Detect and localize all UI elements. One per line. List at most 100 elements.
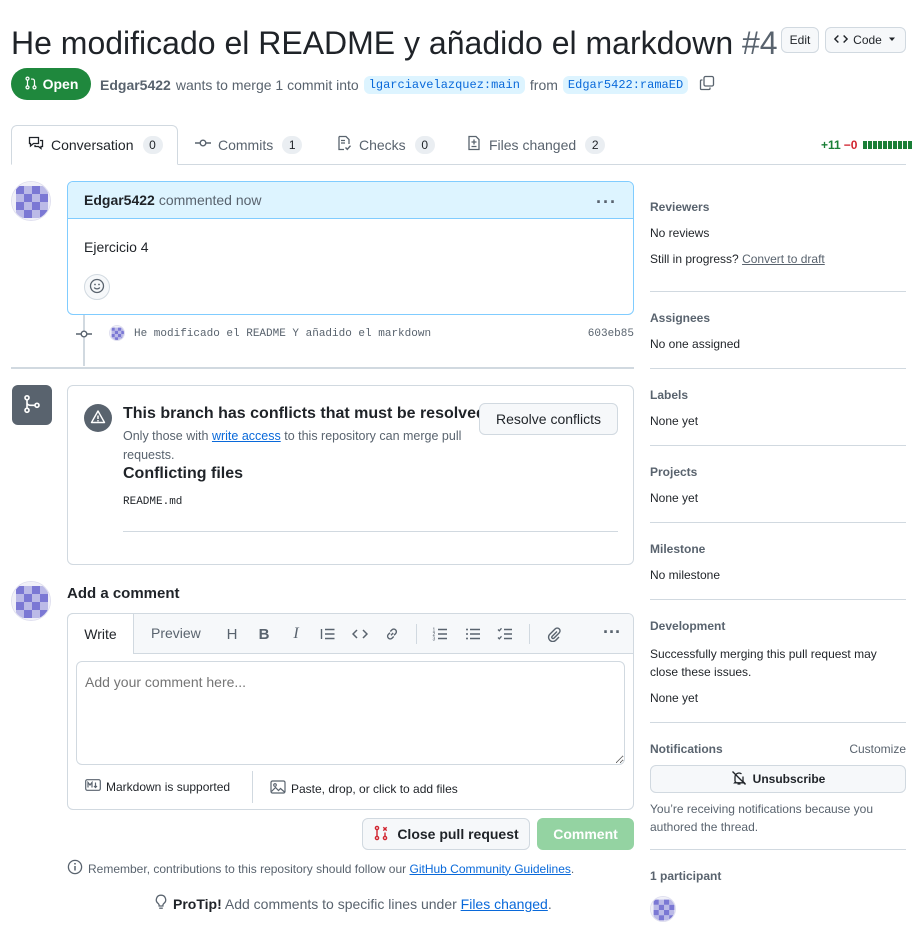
ordered-list-icon[interactable]: 123 xyxy=(431,625,449,643)
comment-box: Edgar5422 commented now Ejercicio 4 xyxy=(67,181,634,315)
commit-message[interactable]: He modificado el README Y añadido el mar… xyxy=(134,328,431,340)
bell-slash-icon xyxy=(731,770,747,789)
notifications-heading: Notifications xyxy=(650,742,723,756)
tab-commits[interactable]: Commits 1 xyxy=(195,124,303,165)
markdown-icon xyxy=(85,779,101,794)
convert-to-draft-link[interactable]: Convert to draft xyxy=(742,252,825,266)
copy-icon[interactable] xyxy=(699,75,715,94)
comment-body: Ejercicio 4 xyxy=(84,239,149,255)
pull-request-icon xyxy=(24,76,38,93)
diffstat-block xyxy=(903,141,908,149)
file-diff-icon xyxy=(466,135,482,154)
pr-number: #4 xyxy=(742,25,778,61)
sidebar-divider xyxy=(650,849,906,850)
task-list-icon[interactable] xyxy=(496,625,514,643)
merge-box: This branch has conflicts that must be r… xyxy=(67,385,634,565)
conflict-title: This branch has conflicts that must be r… xyxy=(123,405,486,422)
tab-checks[interactable]: Checks 0 xyxy=(336,124,435,165)
comment-author[interactable]: Edgar5422 xyxy=(84,192,155,208)
diffstat-block xyxy=(878,141,883,149)
milestone-heading[interactable]: Milestone xyxy=(650,542,705,556)
heading-icon[interactable]: H xyxy=(223,625,241,643)
head-branch[interactable]: Edgar5422:ramaED xyxy=(562,75,689,94)
commit-author-avatar[interactable] xyxy=(109,325,125,341)
state-badge: Open xyxy=(11,68,91,100)
smiley-icon xyxy=(89,278,105,297)
labels-heading[interactable]: Labels xyxy=(650,388,688,402)
alert-icon xyxy=(90,409,106,428)
sidebar-divider xyxy=(650,368,906,369)
assignees-heading[interactable]: Assignees xyxy=(650,311,710,325)
participant-avatar[interactable] xyxy=(650,896,676,922)
close-pull-request-button[interactable]: Close pull request xyxy=(362,818,530,850)
commit-sha[interactable]: 603eb85 xyxy=(588,328,634,340)
comment-meta[interactable]: commented now xyxy=(159,192,262,208)
author-link[interactable]: Edgar5422 xyxy=(100,77,171,93)
author-avatar[interactable] xyxy=(11,181,51,221)
diffstat-additions: +11 xyxy=(821,138,841,152)
comment-discussion-icon xyxy=(28,135,44,154)
tab-write[interactable]: Write xyxy=(67,613,134,654)
pr-title: He modificado el README y añadido el mar… xyxy=(11,24,778,62)
attach-files[interactable]: Paste, drop, or click to add files xyxy=(270,779,458,798)
conflict-description: Only those with write access to this rep… xyxy=(123,429,462,462)
development-description: Successfully merging this pull request m… xyxy=(650,647,877,679)
toolbar-divider xyxy=(416,624,417,644)
paperclip-icon[interactable] xyxy=(545,625,563,643)
code-icon[interactable] xyxy=(351,625,369,643)
info-icon xyxy=(67,859,83,878)
code-icon xyxy=(834,32,849,49)
tab-files-changed[interactable]: Files changed 2 xyxy=(466,124,606,165)
markdown-note[interactable]: Markdown is supported xyxy=(85,779,230,794)
quote-icon[interactable] xyxy=(319,625,337,643)
base-branch[interactable]: lgarciavelazquez:main xyxy=(363,75,525,94)
projects-heading[interactable]: Projects xyxy=(650,465,697,479)
unordered-list-icon[interactable] xyxy=(464,625,482,643)
diffstat-blocks xyxy=(863,141,913,149)
write-access-link[interactable]: write access xyxy=(212,429,281,443)
community-guidelines-link[interactable]: GitHub Community Guidelines xyxy=(410,862,571,876)
add-reaction-button[interactable] xyxy=(84,274,110,300)
resolve-conflicts-button[interactable]: Resolve conflicts xyxy=(479,403,618,435)
unsubscribe-button[interactable]: Unsubscribe xyxy=(650,765,906,793)
git-commit-icon xyxy=(195,135,211,154)
diffstat-block xyxy=(888,141,893,149)
milestone-value: No milestone xyxy=(650,568,721,582)
comment-textarea[interactable] xyxy=(76,661,625,765)
development-heading[interactable]: Development xyxy=(650,619,725,633)
diffstat-deletions: −0 xyxy=(843,138,858,152)
files-changed-link[interactable]: Files changed xyxy=(461,896,548,912)
development-value: None yet xyxy=(650,691,699,705)
code-button[interactable]: Code xyxy=(825,27,906,53)
tab-conversation[interactable]: Conversation 0 xyxy=(28,124,163,165)
diffstat-block xyxy=(868,141,873,149)
bold-icon[interactable]: B xyxy=(255,625,273,643)
customize-link[interactable]: Customize xyxy=(849,742,906,756)
sidebar-divider xyxy=(650,291,906,292)
conflicting-file: README.md xyxy=(123,496,183,508)
comment-submit-button[interactable]: Comment xyxy=(537,818,634,850)
edit-button[interactable]: Edit xyxy=(781,27,819,53)
italic-icon[interactable]: I xyxy=(287,625,305,643)
labels-value: None yet xyxy=(650,414,699,428)
toolbar-divider xyxy=(529,624,530,644)
sidebar-divider xyxy=(650,522,906,523)
reviewers-value: No reviews xyxy=(650,226,710,240)
timeline-divider xyxy=(11,367,634,369)
pr-title-text: He modificado el README y añadido el mar… xyxy=(11,25,734,61)
sidebar-divider xyxy=(650,722,906,723)
editor-footer-divider xyxy=(252,771,253,803)
link-icon[interactable] xyxy=(383,625,401,643)
current-user-avatar[interactable] xyxy=(11,581,51,621)
add-comment-heading: Add a comment xyxy=(67,585,180,602)
commit-row: He modificado el README Y añadido el mar… xyxy=(76,324,634,344)
comment-menu-icon[interactable]: ··· xyxy=(596,192,617,213)
toolbar-more-icon[interactable]: ··· xyxy=(603,622,621,643)
git-branch-icon xyxy=(22,394,42,417)
tab-preview[interactable]: Preview xyxy=(151,625,201,641)
caret-down-icon xyxy=(887,33,897,47)
diffstat-block xyxy=(893,141,898,149)
diffstat-block xyxy=(873,141,878,149)
svg-text:3: 3 xyxy=(433,637,436,643)
reviewers-heading[interactable]: Reviewers xyxy=(650,200,709,214)
